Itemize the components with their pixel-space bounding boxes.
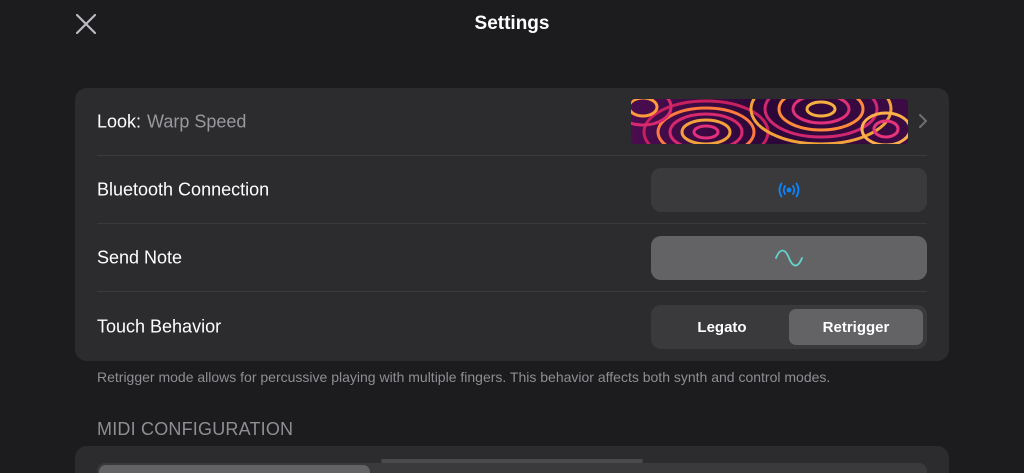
look-preview-thumbnail[interactable] xyxy=(631,99,908,144)
settings-screen: Settings Look: Warp Speed Bluetooth Conn… xyxy=(0,0,1024,473)
bluetooth-broadcast-icon xyxy=(778,182,800,198)
midi-segment-selected[interactable] xyxy=(99,465,370,473)
settings-card: Look: Warp Speed Bluetooth Connection Se… xyxy=(75,88,949,361)
look-label: Look: xyxy=(97,111,142,132)
page-title: Settings xyxy=(474,13,550,34)
send-note-label: Send Note xyxy=(97,247,183,268)
midi-section-header: MIDI CONFIGURATION xyxy=(97,419,294,439)
chevron-right-icon[interactable] xyxy=(918,113,928,129)
segment-retrigger[interactable]: Retrigger xyxy=(789,309,923,345)
bluetooth-row: Bluetooth Connection xyxy=(75,156,949,224)
look-label-group: Look: Warp Speed xyxy=(97,112,246,133)
look-row[interactable]: Look: Warp Speed xyxy=(75,88,949,156)
touch-behavior-row: Touch Behavior Legato Retrigger xyxy=(75,293,949,361)
look-value: Warp Speed xyxy=(147,111,247,132)
segment-legato[interactable]: Legato xyxy=(655,309,789,345)
scroll-indicator[interactable] xyxy=(381,459,643,463)
send-note-row: Send Note xyxy=(75,224,949,292)
send-note-button[interactable] xyxy=(651,236,927,280)
touch-behavior-segmented-control: Legato Retrigger xyxy=(651,305,927,349)
warp-speed-pattern-image xyxy=(631,99,908,144)
touch-behavior-label: Touch Behavior xyxy=(97,316,222,337)
sine-wave-icon xyxy=(775,249,803,267)
bluetooth-label: Bluetooth Connection xyxy=(97,179,270,200)
row-divider xyxy=(97,291,927,292)
bluetooth-connection-button[interactable] xyxy=(651,168,927,212)
touch-behavior-footnote: Retrigger mode allows for percussive pla… xyxy=(97,369,831,385)
